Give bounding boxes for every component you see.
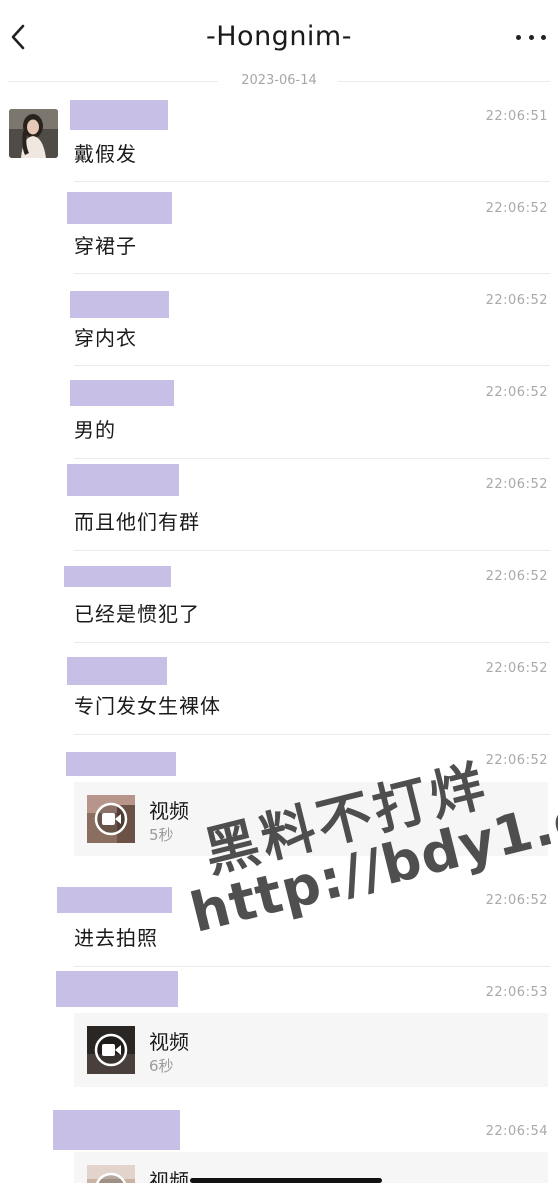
more-dot (541, 34, 546, 40)
message-time: 22:06:52 (485, 753, 548, 768)
message-text[interactable]: 专门发女生裸体 (74, 690, 221, 719)
divider (74, 365, 550, 366)
sender-name-redacted (67, 464, 179, 496)
sender-name-redacted (70, 380, 174, 406)
video-message[interactable]: 视频 5秒 (74, 782, 548, 856)
message-time: 22:06:52 (485, 293, 548, 308)
sender-name-redacted (64, 566, 171, 587)
message-time: 22:06:52 (485, 385, 548, 400)
message-time: 22:06:51 (485, 109, 548, 124)
message-text[interactable]: 进去拍照 (74, 922, 158, 951)
video-thumbnail (87, 795, 135, 843)
divider (74, 966, 550, 967)
video-duration: 5秒 (149, 826, 174, 844)
message-text[interactable]: 男的 (74, 414, 116, 443)
video-label: 视频 (149, 1030, 189, 1054)
sender-name-redacted (66, 752, 176, 776)
home-indicator (190, 1178, 382, 1183)
sender-name-redacted (57, 887, 172, 913)
sender-name-redacted (67, 192, 172, 224)
message-text[interactable]: 穿裙子 (74, 230, 137, 259)
video-play-icon (87, 795, 135, 843)
divider (74, 273, 550, 274)
video-label: 视频 (149, 799, 189, 823)
message-text[interactable]: 穿内衣 (74, 322, 137, 351)
list-item: 22:06:54 视频 (0, 1110, 558, 1183)
video-play-icon (87, 1026, 135, 1074)
message-time: 22:06:52 (485, 569, 548, 584)
video-message[interactable]: 视频 6秒 (74, 1013, 548, 1087)
divider (74, 642, 550, 643)
sender-name-redacted (53, 1110, 180, 1150)
sender-name-redacted (56, 971, 178, 1007)
sender-name-redacted (70, 291, 169, 318)
message-text[interactable]: 戴假发 (74, 138, 137, 167)
list-item: 22:06:51 戴假发 (0, 100, 558, 182)
list-item: 22:06:52 专门发女生裸体 (0, 657, 558, 735)
more-dots-icon (516, 34, 521, 40)
video-play-icon (87, 1165, 135, 1183)
list-item: 22:06:52 男的 (0, 380, 558, 459)
message-time: 22:06:52 (485, 661, 548, 676)
message-text[interactable]: 已经是惯犯了 (74, 598, 200, 627)
list-item: 22:06:52 而且他们有群 (0, 464, 558, 551)
more-dot (528, 34, 534, 40)
date-separator: 2023-06-14 (0, 72, 558, 92)
video-label: 视频 (149, 1169, 189, 1183)
message-time: 22:06:53 (485, 985, 548, 1000)
message-time: 22:06:52 (485, 893, 548, 908)
message-time: 22:06:52 (485, 477, 548, 492)
list-item: 22:06:52 穿裙子 (0, 192, 558, 274)
video-thumbnail (87, 1165, 135, 1183)
divider (74, 550, 550, 551)
message-time: 22:06:54 (485, 1124, 548, 1139)
list-item: 22:06:52 穿内衣 (0, 291, 558, 366)
list-item: 22:06:52 已经是惯犯了 (0, 566, 558, 643)
page-title: -Hongnim- (206, 21, 352, 52)
divider (74, 734, 550, 735)
divider (74, 458, 550, 459)
divider (338, 81, 550, 82)
list-item: 22:06:52 视频 5秒 (0, 752, 558, 882)
video-thumbnail (87, 1026, 135, 1074)
sender-name-redacted (67, 657, 167, 685)
sender-name-redacted (70, 100, 168, 130)
message-time: 22:06:52 (485, 201, 548, 216)
list-item: 22:06:52 进去拍照 (0, 887, 558, 967)
nav-bar: -Hongnim- (0, 0, 558, 72)
video-duration: 6秒 (149, 1057, 174, 1075)
divider (74, 181, 550, 182)
more-options-button[interactable] (516, 26, 546, 48)
message-text[interactable]: 而且他们有群 (74, 506, 200, 535)
list-item: 22:06:53 视频 6秒 (0, 971, 558, 1106)
